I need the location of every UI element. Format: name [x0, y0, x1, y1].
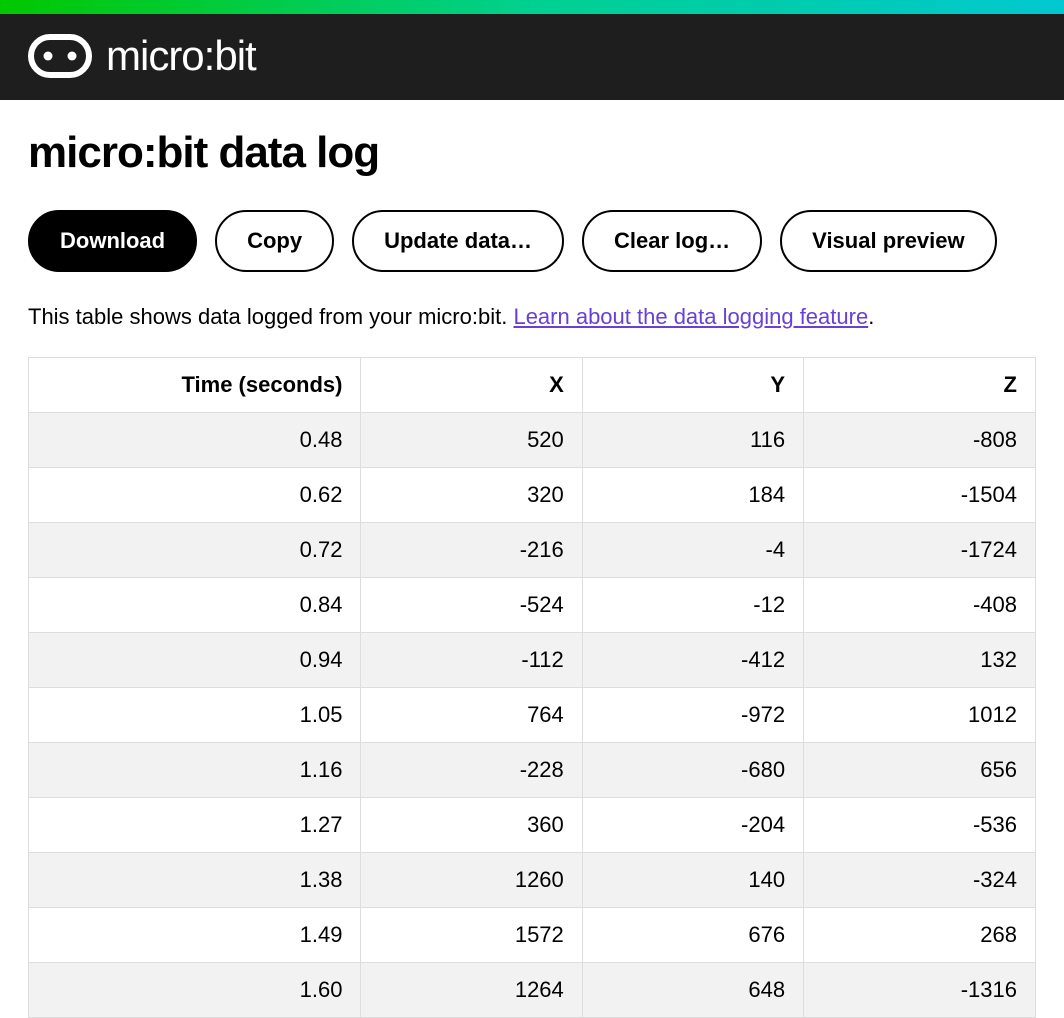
table-cell: -808 [804, 413, 1035, 468]
table-cell: 1.05 [29, 688, 361, 743]
table-cell: -112 [361, 633, 582, 688]
table-cell: -524 [361, 578, 582, 633]
table-row: 0.84-524-12-408 [29, 578, 1035, 633]
table-row: 0.94-112-412132 [29, 633, 1035, 688]
table-cell: -680 [582, 743, 803, 798]
table-cell: 184 [582, 468, 803, 523]
table-cell: 656 [804, 743, 1035, 798]
description-prefix: This table shows data logged from your m… [28, 304, 513, 329]
table-cell: 0.72 [29, 523, 361, 578]
table-cell: 268 [804, 908, 1035, 963]
table-cell: 0.62 [29, 468, 361, 523]
table-cell: 1.49 [29, 908, 361, 963]
table-row: 1.381260140-324 [29, 853, 1035, 908]
learn-more-link[interactable]: Learn about the data logging feature [513, 304, 868, 329]
data-table-wrap: Time (seconds)XYZ 0.48520116-8080.623201… [28, 357, 1036, 1018]
table-cell: 1.27 [29, 798, 361, 853]
table-cell: -216 [361, 523, 582, 578]
table-cell: 1.16 [29, 743, 361, 798]
table-row: 1.05764-9721012 [29, 688, 1035, 743]
table-cell: -1724 [804, 523, 1035, 578]
header-bar: micro:bit [0, 14, 1064, 100]
column-header: Y [582, 358, 803, 413]
table-cell: 132 [804, 633, 1035, 688]
table-cell: 140 [582, 853, 803, 908]
column-header: Z [804, 358, 1035, 413]
page-title: micro:bit data log [28, 128, 1036, 178]
main-content: micro:bit data log Download Copy Update … [0, 100, 1064, 1018]
table-row: 1.491572676268 [29, 908, 1035, 963]
column-header: X [361, 358, 582, 413]
table-cell: 1260 [361, 853, 582, 908]
table-cell: 1572 [361, 908, 582, 963]
table-cell: 1.38 [29, 853, 361, 908]
top-gradient-bar [0, 0, 1064, 14]
table-cell: -228 [361, 743, 582, 798]
update-data-button[interactable]: Update data… [352, 210, 564, 272]
table-cell: -412 [582, 633, 803, 688]
table-cell: -204 [582, 798, 803, 853]
table-cell: 360 [361, 798, 582, 853]
table-body: 0.48520116-8080.62320184-15040.72-216-4-… [29, 413, 1035, 1018]
brand-name: micro:bit [106, 32, 256, 80]
table-cell: -536 [804, 798, 1035, 853]
description-suffix: . [868, 304, 874, 329]
table-cell: 520 [361, 413, 582, 468]
table-cell: -972 [582, 688, 803, 743]
copy-button[interactable]: Copy [215, 210, 334, 272]
table-cell: 1012 [804, 688, 1035, 743]
table-cell: -4 [582, 523, 803, 578]
table-row: 1.16-228-680656 [29, 743, 1035, 798]
data-table: Time (seconds)XYZ 0.48520116-8080.623201… [29, 358, 1035, 1018]
table-row: 0.72-216-4-1724 [29, 523, 1035, 578]
table-cell: 676 [582, 908, 803, 963]
table-header: Time (seconds)XYZ [29, 358, 1035, 413]
table-cell: 0.94 [29, 633, 361, 688]
table-cell: 764 [361, 688, 582, 743]
description-text: This table shows data logged from your m… [28, 300, 1036, 333]
column-header: Time (seconds) [29, 358, 361, 413]
table-cell: -1504 [804, 468, 1035, 523]
download-button[interactable]: Download [28, 210, 197, 272]
table-cell: -12 [582, 578, 803, 633]
table-cell: 0.84 [29, 578, 361, 633]
table-row: 0.48520116-808 [29, 413, 1035, 468]
clear-log-button[interactable]: Clear log… [582, 210, 762, 272]
table-cell: -408 [804, 578, 1035, 633]
visual-preview-button[interactable]: Visual preview [780, 210, 996, 272]
table-row: 0.62320184-1504 [29, 468, 1035, 523]
microbit-icon [28, 34, 92, 78]
brand-logo[interactable]: micro:bit [28, 32, 256, 80]
action-buttons: Download Copy Update data… Clear log… Vi… [28, 210, 1036, 272]
table-cell: -324 [804, 853, 1035, 908]
table-cell: 320 [361, 468, 582, 523]
table-row: 1.27360-204-536 [29, 798, 1035, 853]
table-cell: 116 [582, 413, 803, 468]
table-cell: 0.48 [29, 413, 361, 468]
